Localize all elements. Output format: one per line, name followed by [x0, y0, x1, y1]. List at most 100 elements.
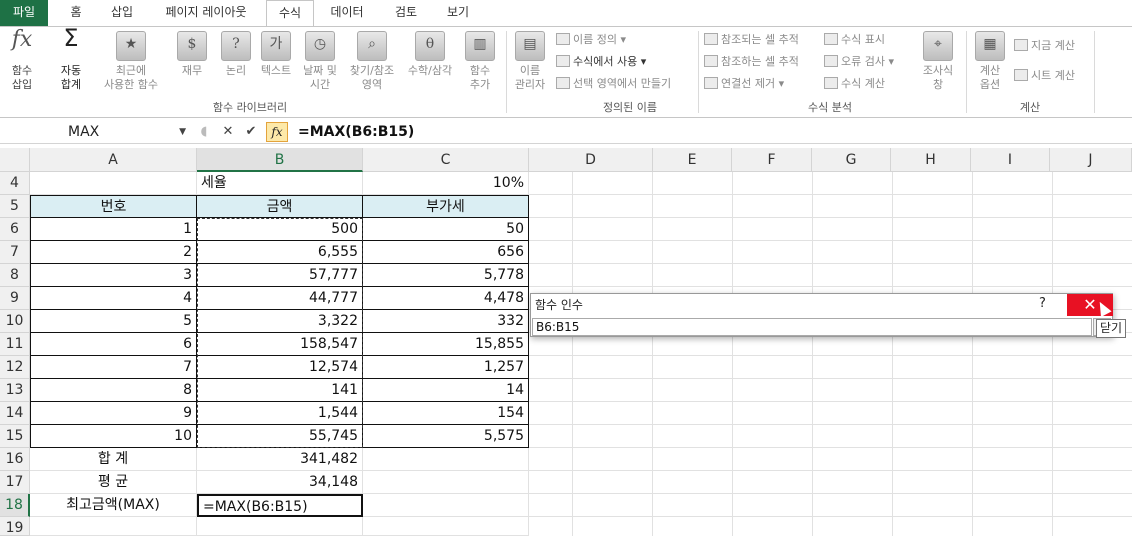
trace-dependents-button[interactable]: 참조하는 셀 추적 — [704, 53, 799, 71]
cell-vat[interactable]: 15,855 — [363, 333, 529, 356]
row-header[interactable]: 17 — [0, 471, 30, 494]
avg-label-cell[interactable]: 평 균 — [30, 471, 197, 494]
row-header[interactable]: 13 — [0, 379, 30, 402]
tab-review[interactable]: 검토 — [384, 0, 428, 26]
column-header[interactable]: C — [363, 148, 529, 172]
text-button[interactable]: 가 텍스트 — [256, 31, 296, 78]
recent-functions-button[interactable]: ★ 최근에 사용한 함수 — [94, 31, 168, 92]
remove-arrows-button[interactable]: 연결선 제거 ▾ — [704, 75, 784, 93]
column-header[interactable]: H — [891, 148, 971, 172]
row-header[interactable]: 6 — [0, 218, 30, 241]
tab-insert[interactable]: 삽입 — [102, 0, 142, 26]
cell-number[interactable]: 5 — [30, 310, 197, 333]
column-header[interactable]: J — [1050, 148, 1132, 172]
cell-c19[interactable] — [363, 517, 529, 536]
chevron-down-icon[interactable]: ▼ — [179, 121, 186, 143]
cell-b4[interactable]: 세율 — [197, 172, 363, 195]
cell-c18[interactable] — [363, 494, 529, 517]
tab-view[interactable]: 보기 — [436, 0, 480, 26]
cell-a19[interactable] — [30, 517, 197, 536]
error-check-button[interactable]: 오류 검사 ▾ — [824, 53, 894, 71]
cell-vat[interactable]: 332 — [363, 310, 529, 333]
cell-amount[interactable]: 158,547 — [197, 333, 363, 356]
lookup-button[interactable]: ⌕ 찾기/참조 영역 — [344, 31, 400, 92]
row-header[interactable]: 11 — [0, 333, 30, 356]
tab-formulas[interactable]: 수식 — [266, 0, 314, 27]
row-header[interactable]: 5 — [0, 195, 30, 218]
use-in-formula-button[interactable]: 수식에서 사용 ▾ — [556, 53, 646, 71]
cell-b19[interactable] — [197, 517, 363, 536]
cell-vat[interactable]: 154 — [363, 402, 529, 425]
header-cell-number[interactable]: 번호 — [30, 195, 197, 218]
row-header[interactable]: 14 — [0, 402, 30, 425]
cell-vat[interactable]: 14 — [363, 379, 529, 402]
datetime-button[interactable]: ◷ 날짜 및 시간 — [298, 31, 342, 92]
cell-amount[interactable]: 500 — [197, 218, 363, 241]
sum-value-cell[interactable]: 341,482 — [197, 448, 363, 471]
select-all-corner[interactable] — [0, 148, 30, 172]
cell-number[interactable]: 4 — [30, 287, 197, 310]
cell-number[interactable]: 9 — [30, 402, 197, 425]
help-button[interactable]: ? — [1039, 296, 1046, 311]
column-header[interactable]: F — [732, 148, 812, 172]
row-header[interactable]: 12 — [0, 356, 30, 379]
row-header[interactable]: 15 — [0, 425, 30, 448]
empty-cells[interactable] — [529, 172, 1132, 536]
cancel-icon[interactable]: ✕ — [220, 123, 236, 141]
cell-number[interactable]: 3 — [30, 264, 197, 287]
row-header[interactable]: 9 — [0, 287, 30, 310]
name-box[interactable]: MAX ▼ — [0, 121, 190, 143]
cell-amount[interactable]: 44,777 — [197, 287, 363, 310]
cell-c17[interactable] — [363, 471, 529, 494]
row-header[interactable]: 18 — [0, 494, 30, 517]
cell-vat[interactable]: 50 — [363, 218, 529, 241]
calc-now-button[interactable]: 지금 계산 — [1014, 37, 1075, 55]
math-button[interactable]: θ 수학/삼각 — [402, 31, 458, 78]
cell-number[interactable]: 6 — [30, 333, 197, 356]
row-header[interactable]: 16 — [0, 448, 30, 471]
avg-value-cell[interactable]: 34,148 — [197, 471, 363, 494]
cell-amount[interactable]: 1,544 — [197, 402, 363, 425]
cell-vat[interactable]: 656 — [363, 241, 529, 264]
cell-vat[interactable]: 1,257 — [363, 356, 529, 379]
column-header[interactable]: I — [971, 148, 1050, 172]
create-from-selection-button[interactable]: 선택 영역에서 만들기 — [556, 75, 671, 93]
tab-data[interactable]: 데이터 — [322, 0, 372, 26]
enter-check-icon[interactable]: ✔ — [242, 123, 260, 141]
cell-c16[interactable] — [363, 448, 529, 471]
header-cell-vat[interactable]: 부가세 — [363, 195, 529, 218]
column-header[interactable]: G — [812, 148, 891, 172]
cell-number[interactable]: 1 — [30, 218, 197, 241]
sum-label-cell[interactable]: 합 계 — [30, 448, 197, 471]
calc-options-button[interactable]: ▦ 계산 옵션 — [970, 31, 1010, 92]
cell-amount[interactable]: 141 — [197, 379, 363, 402]
row-header[interactable]: 19 — [0, 517, 30, 536]
define-name-button[interactable]: 이름 정의 ▾ — [556, 31, 626, 49]
cell-vat[interactable]: 5,778 — [363, 264, 529, 287]
cell-vat[interactable]: 4,478 — [363, 287, 529, 310]
row-header[interactable]: 7 — [0, 241, 30, 264]
tab-page-layout[interactable]: 페이지 레이아웃 — [152, 0, 260, 26]
row-header[interactable]: 4 — [0, 172, 30, 195]
row-header[interactable]: 8 — [0, 264, 30, 287]
formula-input[interactable]: =MAX(B6:B15) — [298, 121, 414, 143]
column-header[interactable]: A — [30, 148, 197, 172]
cell-vat[interactable]: 5,575 — [363, 425, 529, 448]
insert-function-icon[interactable]: fx — [266, 122, 288, 142]
cell-a4[interactable] — [30, 172, 197, 195]
column-header[interactable]: B — [197, 148, 363, 172]
cell-c4[interactable]: 10% — [363, 172, 529, 195]
header-cell-amount[interactable]: 금액 — [197, 195, 363, 218]
column-header[interactable]: D — [529, 148, 653, 172]
evaluate-formula-button[interactable]: 수식 계산 — [824, 75, 885, 93]
max-formula-cell[interactable]: =MAX(B6:B15) — [197, 494, 363, 517]
financial-button[interactable]: $ 재무 — [172, 31, 212, 78]
more-functions-button[interactable]: ▥ 함수 추가 — [460, 31, 500, 92]
autosum-button[interactable]: Σ 자동 합계 — [48, 26, 94, 92]
trace-precedents-button[interactable]: 참조되는 셀 추적 — [704, 31, 799, 49]
tab-file[interactable]: 파일 — [0, 0, 48, 26]
row-header[interactable]: 10 — [0, 310, 30, 333]
cell-amount[interactable]: 6,555 — [197, 241, 363, 264]
cell-number[interactable]: 2 — [30, 241, 197, 264]
insert-function-button[interactable]: fx 함수 삽입 — [4, 29, 40, 92]
